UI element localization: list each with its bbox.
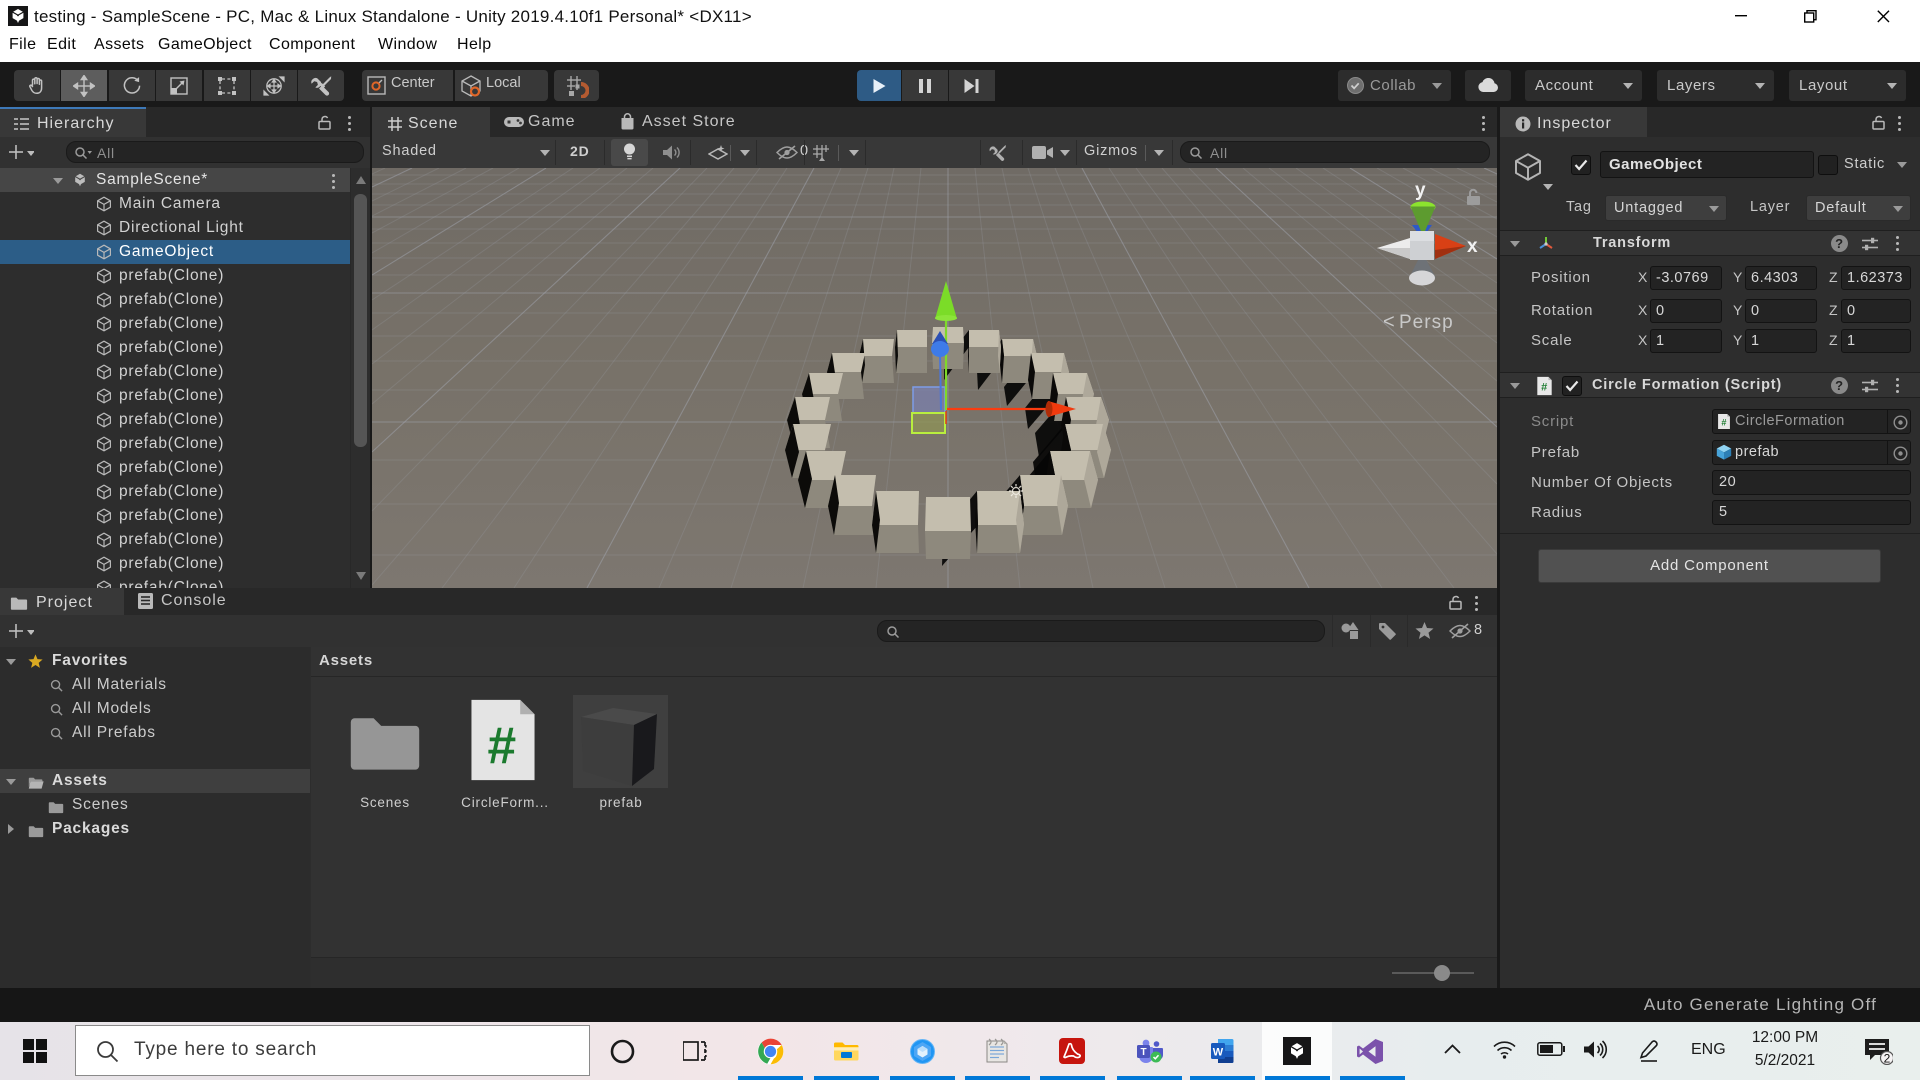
svg-text:W: W bbox=[1213, 1047, 1224, 1059]
svg-text:#: # bbox=[1541, 382, 1548, 394]
svg-text:2: 2 bbox=[1884, 1052, 1891, 1066]
svg-text:#: # bbox=[488, 716, 519, 774]
svg-text:T: T bbox=[1140, 1047, 1146, 1058]
svg-text:y: y bbox=[1415, 180, 1426, 201]
svg-text:<: < bbox=[1383, 311, 1395, 333]
svg-text:x: x bbox=[1467, 236, 1478, 257]
svg-text:Persp: Persp bbox=[1399, 312, 1454, 333]
svg-text:#: # bbox=[1721, 417, 1726, 427]
